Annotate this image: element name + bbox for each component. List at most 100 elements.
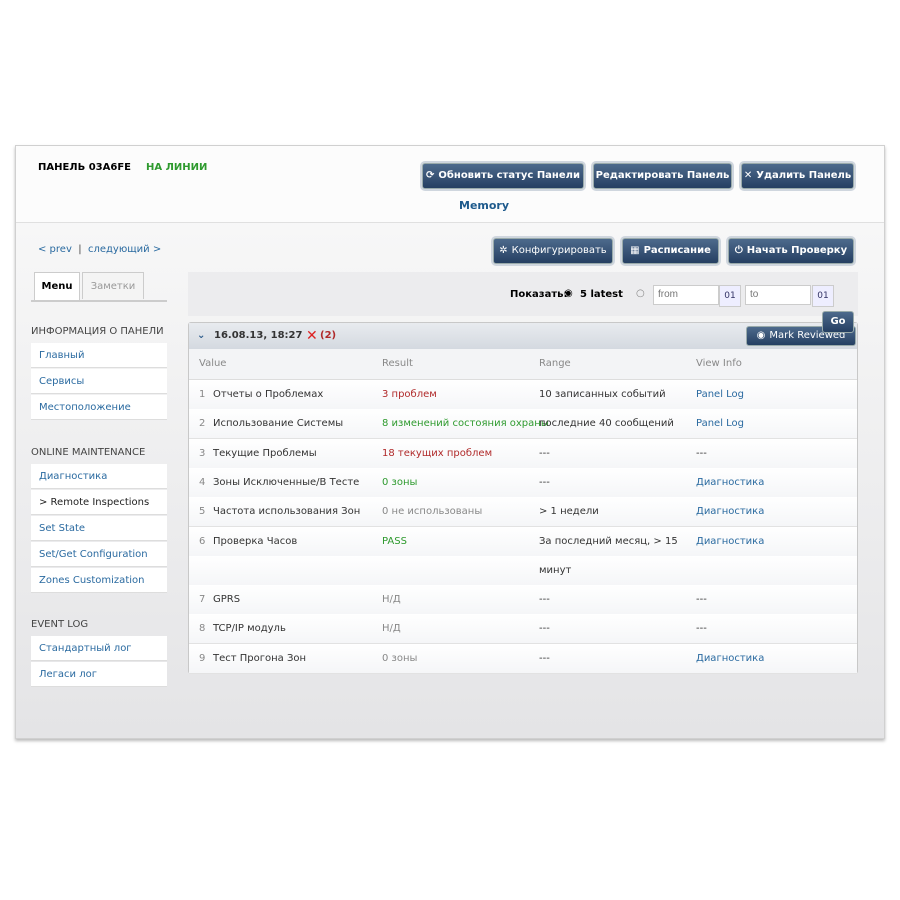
close-icon: ✕: [743, 170, 753, 181]
row-number: 3: [199, 447, 206, 459]
row-range: последние 40 сообщений: [539, 418, 674, 430]
sidebar-item-main[interactable]: Главный: [31, 343, 167, 368]
tab-menu[interactable]: Menu: [34, 272, 80, 301]
calendar-icon[interactable]: 01: [719, 285, 741, 307]
from-date-input[interactable]: [653, 285, 719, 305]
configure-label: Конфигурировать: [511, 245, 607, 256]
to-date-input[interactable]: [745, 285, 811, 305]
start-check-button[interactable]: ⏻ Начать Проверку: [728, 238, 854, 264]
sidebar-item-set-state[interactable]: Set State: [31, 516, 167, 541]
prev-link[interactable]: < prev: [38, 244, 72, 255]
view-info-link[interactable]: Диагностика: [696, 497, 764, 526]
edit-label: Редактировать Панель: [595, 170, 730, 181]
view-info: ---: [696, 447, 707, 459]
table-row: 7 GPRS Н/Д --- ---: [189, 585, 857, 616]
configure-button[interactable]: ✲ Конфигурировать: [493, 238, 613, 264]
row-range: ---: [539, 447, 550, 459]
memory-link[interactable]: Memory: [459, 199, 509, 212]
sidebar-item-location[interactable]: Местоположение: [31, 395, 167, 420]
row-value: GPRS: [213, 594, 241, 606]
sidebar-item-standard-log[interactable]: Стандартный лог: [31, 636, 167, 661]
filter-bar: Показать: ◉ 5 latest ○ 01 01: [188, 272, 858, 316]
table-row: минут: [189, 555, 857, 586]
row-value: Проверка Часов: [213, 535, 298, 547]
row-range: > 1 недели: [539, 506, 599, 518]
row-value: Тест Прогона Зон: [213, 652, 307, 664]
table-row: 6 Проверка Часов PASS За последний месяц…: [189, 526, 857, 557]
range-radio[interactable]: ○: [636, 288, 645, 299]
sidebar-item-services[interactable]: Сервисы: [31, 369, 167, 394]
latest-radio[interactable]: ◉: [564, 288, 573, 299]
row-range: ---: [539, 476, 550, 488]
row-value: Текущие Проблемы: [213, 447, 317, 459]
delete-panel-button[interactable]: ✕ Удалить Панель: [741, 163, 854, 189]
inspection-header[interactable]: ⌄ 16.08.13, 18:27 ✕ (2) ◉ Mark Reviewed: [189, 323, 857, 349]
tab-divider: [31, 300, 167, 302]
view-info: ---: [696, 623, 707, 635]
row-number: 9: [199, 652, 206, 664]
schedule-button[interactable]: ▦ Расписание: [622, 238, 719, 264]
row-value: Использование Системы: [213, 418, 344, 430]
show-label: Показать:: [510, 289, 568, 300]
row-result: 0 зоны: [382, 652, 418, 664]
view-info-link[interactable]: Panel Log: [696, 409, 744, 438]
refresh-status-button[interactable]: ⟳ Обновить статус Панели: [422, 163, 584, 189]
row-number: 5: [199, 506, 206, 518]
row-value: Частота использования Зон: [213, 506, 361, 518]
calendar-icon[interactable]: 01: [812, 285, 834, 307]
view-info-link[interactable]: Диагностика: [696, 644, 764, 673]
tab-notes[interactable]: Заметки: [82, 272, 144, 299]
sidebar-item-zones[interactable]: Zones Customization: [31, 568, 167, 593]
row-value: Зоны Исключенные/В Тесте: [213, 476, 360, 488]
inspection-timestamp: 16.08.13, 18:27: [214, 330, 303, 341]
schedule-label: Расписание: [643, 245, 711, 256]
power-icon: ⏻: [734, 245, 743, 256]
row-number: 6: [199, 535, 206, 547]
row-result: 18 текущих проблем: [382, 447, 493, 459]
row-number: 1: [199, 389, 206, 400]
edit-panel-button[interactable]: Редактировать Панель: [593, 163, 732, 189]
inspection-table: ⌄ 16.08.13, 18:27 ✕ (2) ◉ Mark Reviewed V…: [188, 322, 858, 674]
view-info-link[interactable]: Panel Log: [696, 380, 744, 409]
row-range: минут: [539, 564, 572, 576]
view-info-link[interactable]: Диагностика: [696, 468, 764, 497]
view-info-link[interactable]: Диагностика: [696, 527, 764, 556]
fail-icon: ✕: [306, 328, 318, 344]
row-number: 7: [199, 594, 206, 606]
panel-page: ПАНЕЛЬ 03A6FE НА ЛИНИИ ⟳ Обновить статус …: [15, 145, 885, 739]
panel-id: ПАНЕЛЬ 03A6FE: [38, 162, 131, 173]
pager-separator: |: [78, 244, 82, 255]
col-view-info: View Info: [696, 358, 742, 369]
go-button[interactable]: Go: [822, 311, 854, 333]
row-range: ---: [539, 652, 550, 664]
row-result: 3 проблем: [382, 389, 437, 400]
table-row: 2 Использование Системы 8 изменений сост…: [189, 409, 857, 440]
sidebar-section-title: EVENT LOG: [31, 619, 89, 630]
panel-header: ПАНЕЛЬ 03A6FE НА ЛИНИИ ⟳ Обновить статус …: [16, 146, 884, 223]
view-info: ---: [696, 594, 707, 606]
row-number: 8: [199, 623, 206, 635]
next-link[interactable]: следующий >: [88, 244, 161, 255]
table-row: 9 Тест Прогона Зон 0 зоны --- Диагностик…: [189, 643, 857, 674]
sidebar-item-configuration[interactable]: Set/Get Configuration: [31, 542, 167, 567]
row-result: Н/Д: [382, 594, 401, 606]
status-badge: НА ЛИНИИ: [146, 162, 208, 173]
refresh-icon: ⟳: [426, 170, 435, 181]
sidebar-item-legacy-log[interactable]: Легаси лог: [31, 662, 167, 687]
chevron-down-icon[interactable]: ⌄: [197, 323, 205, 349]
row-range: За последний месяц, > 15: [539, 535, 678, 547]
row-number: 4: [199, 476, 206, 488]
row-result: Н/Д: [382, 623, 401, 635]
sidebar-item-diagnostics[interactable]: Диагностика: [31, 464, 167, 489]
col-range: Range: [539, 358, 571, 369]
row-result: 0 зоны: [382, 476, 418, 488]
row-range: ---: [539, 594, 550, 606]
calendar-icon: ▦: [630, 245, 640, 256]
row-range: ---: [539, 623, 550, 635]
latest-label: 5 latest: [580, 289, 623, 300]
column-headers: Value Result Range View Info: [189, 349, 857, 380]
row-value: TCP/IP модуль: [213, 623, 286, 635]
sidebar-item-remote-inspections[interactable]: > Remote Inspections: [31, 490, 167, 515]
col-value: Value: [199, 358, 227, 369]
row-result: PASS: [382, 535, 407, 547]
